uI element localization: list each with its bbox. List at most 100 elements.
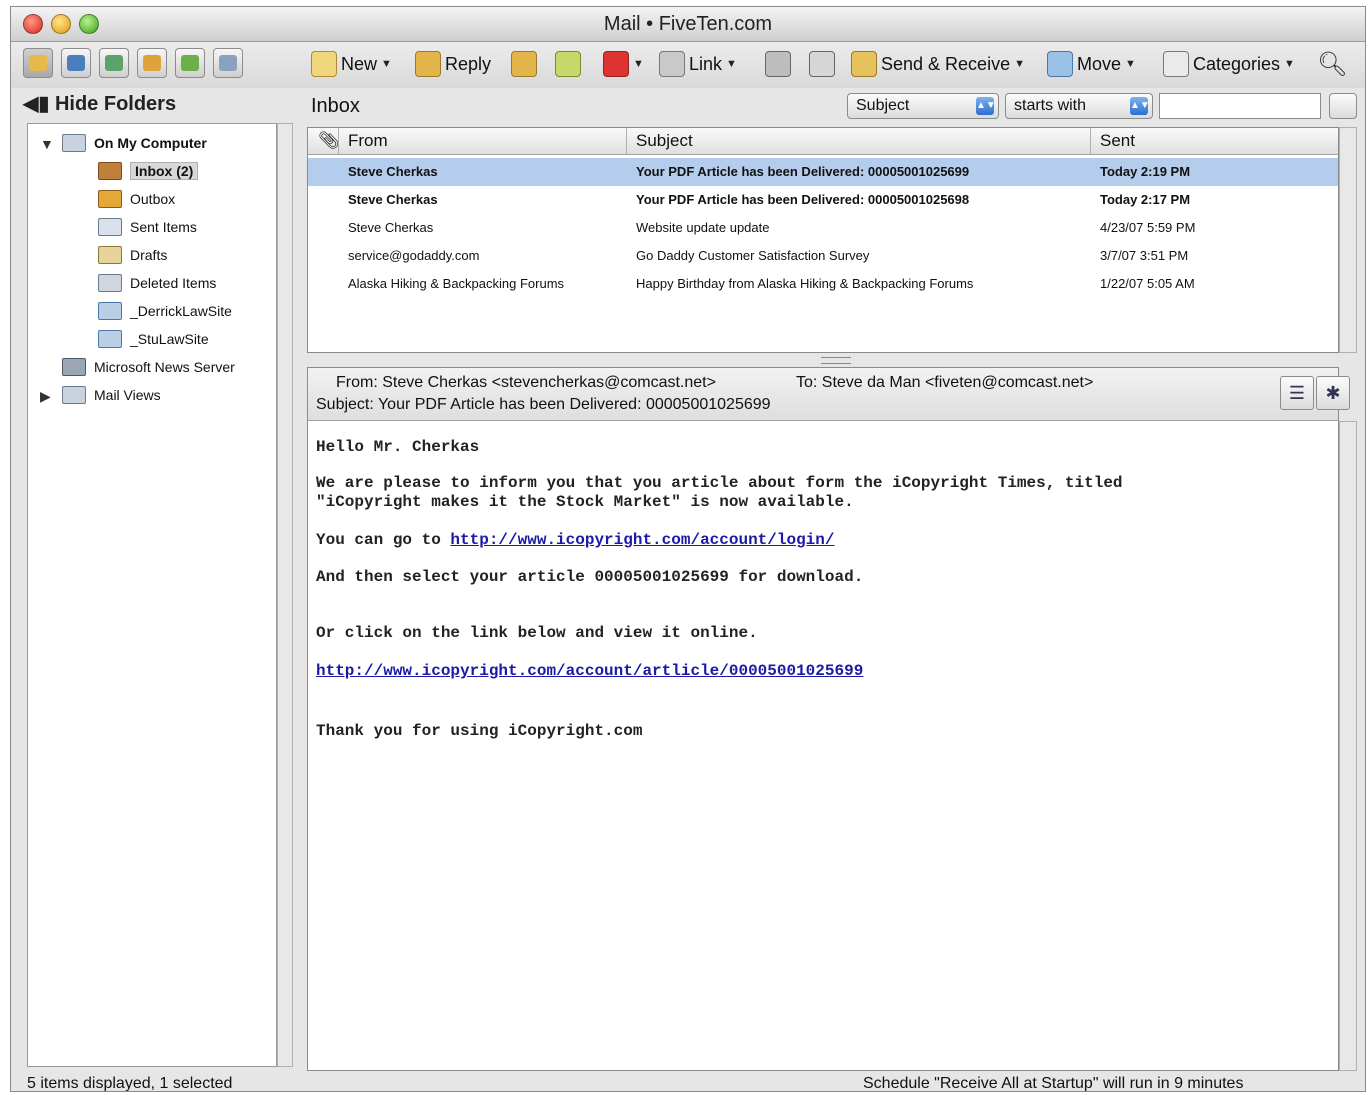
folder-list: ▼ On My Computer Inbox (2) Outbox Sent I… bbox=[27, 123, 277, 1067]
details-icon: ☰ bbox=[1288, 383, 1306, 403]
send-receive-button[interactable]: Send & Receive ▼ bbox=[851, 50, 1025, 78]
folder-label: _DerrickLawSite bbox=[130, 303, 232, 319]
categories-button[interactable]: Categories ▼ bbox=[1163, 50, 1295, 78]
outbox-icon bbox=[98, 190, 122, 208]
message-list-scrollbar[interactable] bbox=[1339, 127, 1357, 353]
flag-button[interactable]: ▼ bbox=[603, 50, 644, 78]
column-sent[interactable]: Sent bbox=[1100, 131, 1135, 151]
folder-on-my-computer[interactable]: On My Computer bbox=[62, 134, 207, 152]
message-subject: Website update update bbox=[636, 220, 770, 235]
message-subject-line: Subject: Your PDF Article has been Deliv… bbox=[316, 396, 771, 413]
folder-microsoft-news-server[interactable]: Microsoft News Server bbox=[62, 358, 235, 376]
forward-button[interactable] bbox=[555, 50, 581, 78]
print-button[interactable] bbox=[765, 50, 791, 78]
message-sent: 3/7/07 3:51 PM bbox=[1100, 248, 1189, 263]
folder-mail-views[interactable]: Mail Views bbox=[62, 386, 161, 404]
folder-deleted-items[interactable]: Deleted Items bbox=[98, 274, 216, 292]
junk-button[interactable]: ✱ bbox=[1316, 376, 1350, 410]
move-button[interactable]: Move ▼ bbox=[1047, 50, 1136, 78]
hide-folders-button[interactable]: ◀▮ Hide Folders bbox=[23, 91, 176, 116]
link-button[interactable]: Link ▼ bbox=[659, 50, 737, 78]
reply-icon bbox=[415, 51, 441, 77]
chevron-down-icon[interactable]: ▼ bbox=[1125, 58, 1136, 70]
header-details-button[interactable]: ☰ bbox=[1280, 376, 1314, 410]
message-from: Steve Cherkas bbox=[348, 220, 434, 235]
message-row[interactable]: service@godaddy.com Go Daddy Customer Sa… bbox=[308, 242, 1338, 270]
reply-all-button[interactable] bbox=[511, 50, 537, 78]
login-link[interactable]: http://www.icopyright.com/account/login/ bbox=[450, 531, 834, 549]
notes-view-button[interactable] bbox=[137, 48, 167, 78]
project-view-button[interactable] bbox=[213, 48, 243, 78]
message-subject: Go Daddy Customer Satisfaction Survey bbox=[636, 248, 870, 263]
reading-pane-scrollbar[interactable] bbox=[1339, 421, 1357, 1071]
chevron-down-icon[interactable]: ▼ bbox=[633, 58, 644, 70]
folder-title: Inbox bbox=[311, 95, 360, 117]
chevron-down-icon[interactable]: ▼ bbox=[726, 58, 737, 70]
inbox-icon bbox=[98, 162, 122, 180]
calendar-view-button[interactable] bbox=[99, 48, 129, 78]
delete-button[interactable] bbox=[809, 50, 835, 78]
folder-icon bbox=[98, 330, 122, 348]
message-row[interactable]: Steve Cherkas Website update update 4/23… bbox=[308, 214, 1338, 242]
deleted-items-icon bbox=[98, 274, 122, 292]
tasks-icon bbox=[181, 55, 199, 71]
categories-icon bbox=[1163, 51, 1189, 77]
filter-operator-select[interactable]: starts with ▲▼ bbox=[1005, 93, 1153, 119]
printer-icon bbox=[765, 51, 791, 77]
folder-label: Microsoft News Server bbox=[94, 359, 235, 375]
column-subject[interactable]: Subject bbox=[636, 131, 693, 151]
tasks-view-button[interactable] bbox=[175, 48, 205, 78]
column-separator bbox=[1090, 128, 1091, 154]
status-items-count: 5 items displayed, 1 selected bbox=[27, 1075, 233, 1092]
search-button[interactable]: 🔍︎ bbox=[1317, 50, 1347, 78]
message-row[interactable]: Steve Cherkas Your PDF Article has been … bbox=[308, 158, 1338, 186]
mail-icon bbox=[29, 55, 47, 71]
mail-view-button[interactable] bbox=[23, 48, 53, 78]
body-paragraph: "iCopyright makes it the Stock Market" i… bbox=[316, 493, 854, 511]
junk-icon: ✱ bbox=[1325, 383, 1341, 403]
message-row[interactable]: Alaska Hiking & Backpacking Forums Happy… bbox=[308, 270, 1338, 298]
mail-views-icon bbox=[62, 386, 86, 404]
reading-pane-header: From: Steve Cherkas <stevencherkas@comca… bbox=[308, 368, 1350, 421]
disclosure-closed-icon[interactable]: ▶ bbox=[40, 388, 51, 405]
new-label: New bbox=[341, 53, 378, 74]
address-book-view-button[interactable] bbox=[61, 48, 91, 78]
move-label: Move bbox=[1077, 53, 1122, 74]
folder-list-scrollbar[interactable] bbox=[277, 123, 293, 1067]
chevron-down-icon[interactable]: ▼ bbox=[381, 58, 392, 70]
link-icon bbox=[659, 51, 685, 77]
chevron-down-icon[interactable]: ▼ bbox=[1284, 58, 1295, 70]
disclosure-open-icon[interactable]: ▼ bbox=[40, 136, 54, 152]
folder-derricklawsite[interactable]: _DerrickLawSite bbox=[98, 302, 232, 320]
folder-stulawsite[interactable]: _StuLawSite bbox=[98, 330, 209, 348]
chevron-down-icon[interactable]: ▼ bbox=[1014, 58, 1025, 70]
folder-label: Inbox (2) bbox=[130, 162, 199, 180]
message-sent: 4/23/07 5:59 PM bbox=[1100, 220, 1196, 235]
message-subject: Happy Birthday from Alaska Hiking & Back… bbox=[636, 276, 974, 291]
reading-pane: From: Steve Cherkas <stevencherkas@comca… bbox=[307, 367, 1350, 1071]
hide-folders-arrow-icon: ◀▮ bbox=[23, 93, 50, 115]
attachment-column-icon[interactable]: 📎︎ bbox=[318, 131, 340, 151]
article-link[interactable]: http://www.icopyright.com/account/artlic… bbox=[316, 662, 863, 680]
message-row[interactable]: Steve Cherkas Your PDF Article has been … bbox=[308, 186, 1338, 214]
body-paragraph: And then select your article 00005001025… bbox=[316, 568, 864, 586]
column-from[interactable]: From bbox=[348, 131, 388, 151]
filter-field-select[interactable]: Subject ▲▼ bbox=[847, 93, 999, 119]
body-closing: Thank you for using iCopyright.com bbox=[316, 722, 643, 740]
message-to-line: To: Steve da Man <fiveten@comcast.net> bbox=[796, 374, 1094, 391]
search-options-button[interactable] bbox=[1329, 93, 1357, 119]
message-subject: Your PDF Article has been Delivered: 000… bbox=[636, 164, 970, 179]
search-input[interactable] bbox=[1159, 93, 1321, 119]
folder-drafts[interactable]: Drafts bbox=[98, 246, 167, 264]
pane-splitter-handle[interactable] bbox=[821, 357, 851, 364]
folder-sent-items[interactable]: Sent Items bbox=[98, 218, 197, 236]
folder-inbox[interactable]: Inbox (2) bbox=[98, 162, 199, 180]
reply-button[interactable]: Reply bbox=[415, 50, 491, 78]
body-paragraph: Or click on the link below and view it o… bbox=[316, 624, 758, 642]
folder-outbox[interactable]: Outbox bbox=[98, 190, 175, 208]
column-separator bbox=[626, 128, 627, 154]
new-button[interactable]: New ▼ bbox=[311, 50, 392, 78]
hide-folders-label: Hide Folders bbox=[54, 93, 177, 115]
toolbar: New ▼ Reply ▼ Link ▼ Send & Receive ▼ Mo… bbox=[11, 42, 1365, 88]
folder-label: Outbox bbox=[130, 191, 176, 207]
